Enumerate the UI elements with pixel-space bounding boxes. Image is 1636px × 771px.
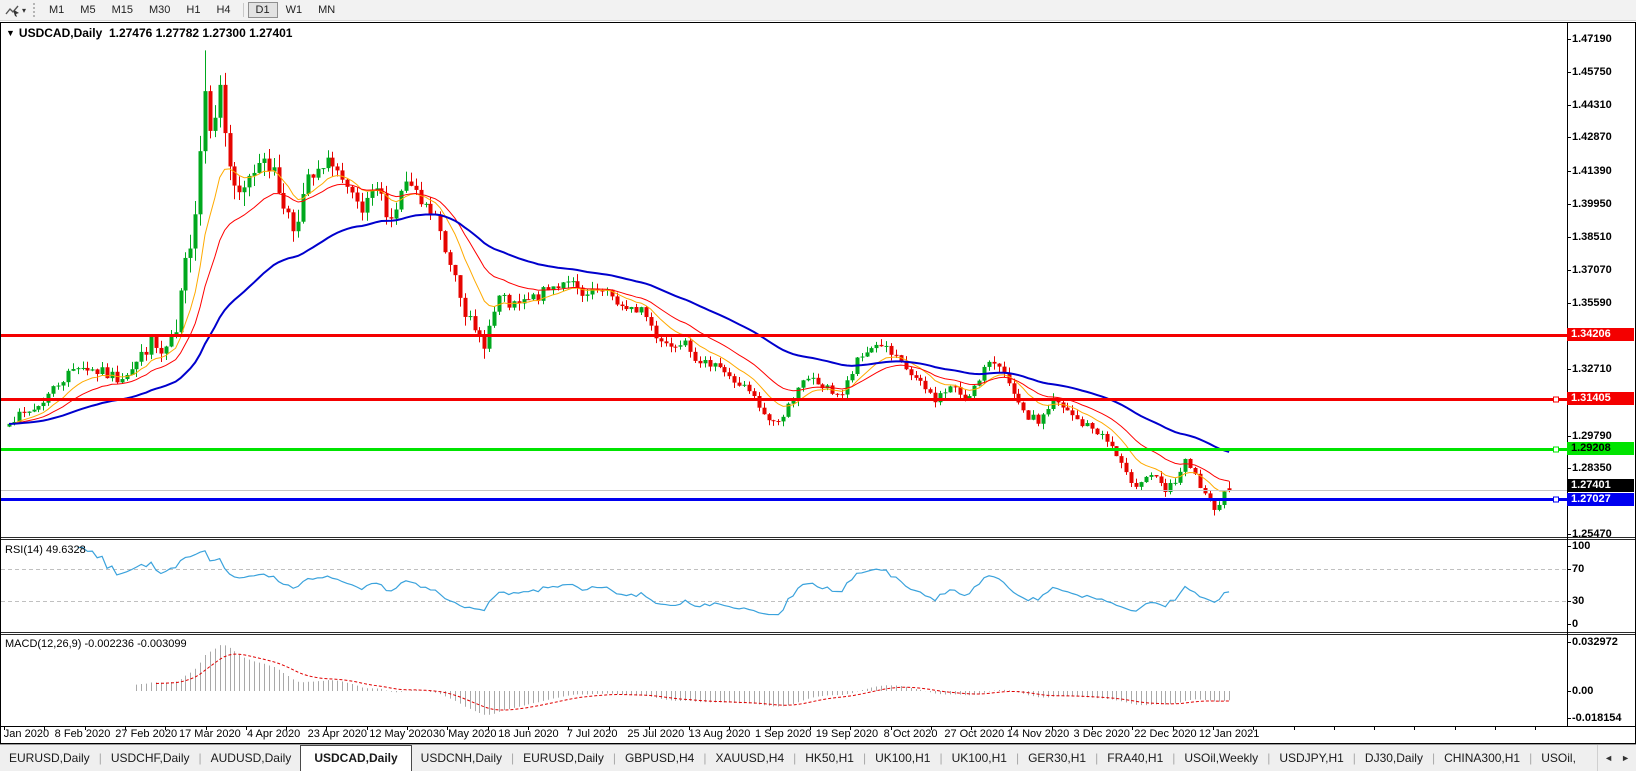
chart-ohlc: 1.27476 1.27782 1.27300 1.27401 — [108, 26, 293, 40]
date-axis-label: 8 Feb 2020 — [54, 728, 111, 740]
price-tick-label: 1.38510 — [1572, 230, 1612, 243]
price-tick-label: 1.41390 — [1572, 165, 1612, 178]
date-axis-label: 30 May 2020 — [432, 728, 497, 740]
timeframe-button-m15[interactable]: M15 — [104, 2, 141, 18]
chart-canvas[interactable] — [1, 23, 1635, 743]
tab-hk50-h1[interactable]: HK50,H1 — [796, 745, 863, 771]
chart-window: ▼ USDCAD,Daily 1.27476 1.27782 1.27300 1.… — [0, 22, 1636, 744]
date-axis-label: 3 Dec 2020 — [1073, 728, 1130, 740]
timeframe-button-m5[interactable]: M5 — [72, 2, 103, 18]
date-axis-label: 23 Apr 2020 — [307, 728, 367, 740]
tab-audusd-daily[interactable]: AUDUSD,Daily — [202, 745, 301, 771]
price-tick-label: 1.39950 — [1572, 197, 1612, 210]
date-axis-label: 14 Nov 2020 — [1006, 728, 1070, 740]
resistance-line-upper-badge: 1.34206 — [1567, 327, 1634, 341]
rsi-tick-label: 30 — [1572, 594, 1585, 607]
symbol-tabs: EURUSD,Daily | USDCHF,Daily | AUDUSD,Daily US… — [0, 745, 1636, 771]
timeframe-button-d1[interactable]: D1 — [247, 2, 278, 18]
tab-china300-h1[interactable]: CHINA300,H1 — [1435, 745, 1529, 771]
date-axis-label: 25 Jul 2020 — [627, 728, 685, 740]
rsi-tick-label: 100 — [1572, 540, 1591, 552]
timeframe-buttons: M1 M5 M15 M30 H1 H4 D1 W1 MN — [41, 0, 343, 20]
rsi-label: RSI(14) 49.6328 — [5, 544, 86, 556]
date-axis-label: 27 Oct 2020 — [944, 728, 1005, 740]
price-tick-label: 1.35590 — [1572, 297, 1612, 310]
date-axis-label: 4 Apr 2020 — [246, 728, 301, 740]
tab-usoil-[interactable]: USOil, — [1532, 745, 1585, 771]
date-axis-label: 7 Jul 2020 — [566, 728, 618, 740]
rsi-tick-label: 70 — [1572, 563, 1585, 576]
tab-usoil-weekly[interactable]: USOil,Weekly — [1175, 745, 1267, 771]
resistance-line-lower-badge: 1.31405 — [1567, 391, 1634, 405]
caret-down-icon: ▾ — [22, 5, 27, 15]
price-tick-label: 1.25470 — [1572, 527, 1612, 540]
chart-symbol: USDCAD,Daily — [18, 26, 103, 40]
timeframe-button-h1[interactable]: H1 — [178, 2, 208, 18]
price-tick-label: 1.28350 — [1572, 462, 1612, 475]
tab-xauusd-h4[interactable]: XAUUSD,H4 — [706, 745, 793, 771]
chart-cursor-button[interactable]: ▾ — [0, 1, 29, 19]
tab-uk100-h1[interactable]: UK100,H1 — [866, 745, 939, 771]
price-tick-label: 1.32710 — [1572, 362, 1612, 375]
date-axis-label: 18 Jun 2020 — [498, 728, 559, 740]
date-axis-label: 19 Sep 2020 — [815, 728, 879, 740]
date-axis-label: 12 May 2020 — [369, 728, 433, 740]
tab-dj30-daily[interactable]: DJ30,Daily — [1356, 745, 1432, 771]
price-tick-label: 1.45750 — [1572, 65, 1612, 78]
tab-usdcad-daily[interactable]: USDCAD,Daily — [300, 745, 412, 771]
expander-icon[interactable]: ▼ — [6, 28, 15, 38]
timeframe-button-m30[interactable]: M30 — [141, 2, 178, 18]
tab-usdcnh-daily[interactable]: USDCNH,Daily — [412, 745, 511, 771]
date-axis-label: 17 Mar 2020 — [179, 728, 241, 740]
price-tick-label: 1.29790 — [1572, 429, 1612, 442]
tab-usdjpy-h1[interactable]: USDJPY,H1 — [1270, 745, 1352, 771]
timeframe-button-m1[interactable]: M1 — [41, 2, 72, 18]
tab-ger30-h1[interactable]: GER30,H1 — [1019, 745, 1095, 771]
price-tick-label: 1.44310 — [1572, 98, 1612, 111]
date-axis-label: 22 Dec 2020 — [1134, 728, 1197, 740]
macd-tick-label: 0.00 — [1572, 685, 1594, 697]
date-axis-label: 8 Oct 2020 — [883, 728, 938, 740]
date-axis-label: 1 Sep 2020 — [755, 728, 812, 740]
chart-cursor-icon — [5, 5, 19, 17]
symbol-tabbar: EURUSD,Daily | USDCHF,Daily | AUDUSD,Daily US… — [0, 744, 1636, 771]
macd-tick-label: -0.018154 — [1572, 711, 1622, 724]
price-tick-label: 1.42870 — [1572, 131, 1612, 144]
date-axis-label: 21 Jan 2020 — [0, 728, 50, 740]
tab-fra40-h1[interactable]: FRA40,H1 — [1098, 745, 1172, 771]
macd-tick-label: 0.032972 — [1572, 636, 1618, 649]
date-axis-label: 13 Aug 2020 — [688, 728, 751, 740]
tabs-scroll-right-button[interactable]: ► — [1621, 753, 1630, 763]
date-axis-label: 12 Jan 2021 — [1198, 728, 1260, 740]
support-line-green-badge: 1.29208 — [1567, 441, 1634, 455]
macd-label: MACD(12,26,9) -0.002236 -0.003099 — [5, 638, 187, 650]
tab-eurusd-daily[interactable]: EURUSD,Daily — [0, 745, 99, 771]
tab-eurusd-daily[interactable]: EURUSD,Daily — [514, 745, 613, 771]
tab-scroll-buttons: ◄ ► — [1597, 745, 1636, 771]
date-axis-label: 27 Feb 2020 — [115, 728, 178, 740]
timeframe-button-mn[interactable]: MN — [310, 2, 343, 18]
tabs-scroll-left-button[interactable]: ◄ — [1604, 753, 1613, 763]
tab-usdchf-daily[interactable]: USDCHF,Daily — [102, 745, 199, 771]
price-tick-label: 1.47190 — [1572, 33, 1612, 45]
rsi-tick-label: 0 — [1572, 618, 1579, 630]
timeframe-button-w1[interactable]: W1 — [278, 2, 311, 18]
top-toolbar: ▾ M1 M5 M15 M30 H1 H4 D1 W1 MN — [0, 0, 1636, 21]
toolbar-grip[interactable] — [33, 3, 36, 17]
tab-uk100-h1[interactable]: UK100,H1 — [943, 745, 1016, 771]
bid-price-line-badge: 1.27401 — [1567, 479, 1634, 492]
price-tick-label: 1.37070 — [1572, 263, 1612, 276]
tab-gbpusd-h4[interactable]: GBPUSD,H4 — [616, 745, 703, 771]
timeframe-button-h4[interactable]: H4 — [208, 2, 238, 18]
support-line-blue-badge: 1.27027 — [1567, 493, 1634, 506]
toolbar-separator — [242, 3, 244, 17]
chart-title: ▼ USDCAD,Daily 1.27476 1.27782 1.27300 1.… — [6, 26, 292, 40]
